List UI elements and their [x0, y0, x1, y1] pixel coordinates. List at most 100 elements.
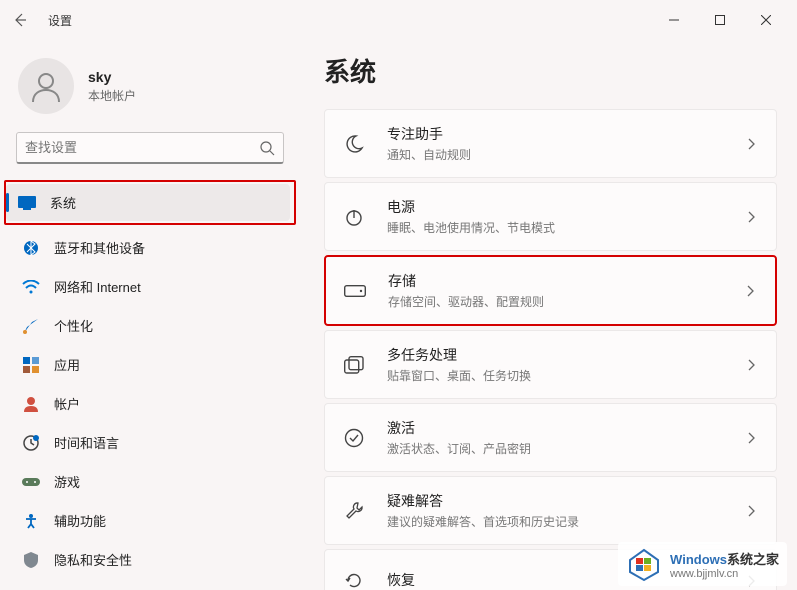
card-power[interactable]: 电源 睡眠、电池使用情况、节电模式: [324, 182, 777, 251]
card-list: 专注助手 通知、自动规则 电源 睡眠、电池使用情况、节电模式 存储 存储空间、驱…: [324, 109, 777, 590]
chevron-right-icon: [744, 137, 758, 151]
card-subtitle: 通知、自动规则: [387, 146, 744, 163]
gamepad-icon: [22, 473, 40, 491]
card-subtitle: 贴靠窗口、桌面、任务切换: [387, 367, 744, 384]
card-text: 激活 激活状态、订阅、产品密钥: [387, 418, 744, 457]
bluetooth-icon: [22, 239, 40, 257]
sidebar: sky 本地帐户 系统 蓝牙和其他设备 网络和: [0, 40, 300, 590]
avatar: [18, 58, 74, 114]
card-troubleshoot[interactable]: 疑难解答 建议的疑难解答、首选项和历史记录: [324, 476, 777, 545]
nav-label: 隐私和安全性: [54, 550, 132, 569]
minimize-icon: [669, 15, 679, 25]
arrow-left-icon: [12, 12, 28, 28]
apps-icon: [22, 356, 40, 374]
titlebar-left: 设置: [8, 8, 72, 32]
card-title: 疑难解答: [387, 491, 744, 511]
card-text: 专注助手 通知、自动规则: [387, 124, 744, 163]
nav-label: 网络和 Internet: [54, 277, 141, 296]
card-title: 电源: [387, 197, 744, 217]
watermark-brand: Windows系统之家: [670, 549, 779, 568]
card-subtitle: 睡眠、电池使用情况、节电模式: [387, 219, 744, 236]
back-button[interactable]: [8, 8, 32, 32]
chevron-right-icon: [744, 504, 758, 518]
content: 系统 专注助手 通知、自动规则 电源 睡眠、电池使用情况、节电模式: [300, 40, 797, 590]
display-icon: [18, 194, 36, 212]
search-wrap: [0, 132, 300, 180]
card-activation[interactable]: 激活 激活状态、订阅、产品密钥: [324, 403, 777, 472]
nav-label: 辅助功能: [54, 511, 106, 530]
chevron-right-icon: [743, 284, 757, 298]
nav-item-system[interactable]: 系统: [6, 184, 290, 221]
nav-item-personalization[interactable]: 个性化: [10, 307, 290, 344]
card-focus-assist[interactable]: 专注助手 通知、自动规则: [324, 109, 777, 178]
nav-label: 个性化: [54, 316, 93, 335]
nav-highlight-box: 系统: [4, 180, 296, 225]
recovery-icon: [343, 570, 365, 590]
card-title: 存储: [388, 271, 743, 291]
maximize-button[interactable]: [697, 4, 743, 36]
nav-label: 应用: [54, 355, 80, 374]
nav-list: 系统 蓝牙和其他设备 网络和 Internet 个性化 应用 帐户: [0, 180, 300, 578]
card-subtitle: 激活状态、订阅、产品密钥: [387, 440, 744, 457]
nav-item-network[interactable]: 网络和 Internet: [10, 268, 290, 305]
card-subtitle: 建议的疑难解答、首选项和历史记录: [387, 513, 744, 530]
user-name: sky: [88, 69, 136, 85]
user-info: sky 本地帐户: [88, 69, 136, 104]
user-type: 本地帐户: [88, 87, 136, 104]
nav-label: 帐户: [54, 394, 80, 413]
watermark-text: Windows系统之家 www.bjjmlv.cn: [670, 549, 779, 580]
card-text: 多任务处理 贴靠窗口、桌面、任务切换: [387, 345, 744, 384]
nav-label: 蓝牙和其他设备: [54, 238, 145, 257]
nav-item-privacy[interactable]: 隐私和安全性: [10, 541, 290, 578]
close-button[interactable]: [743, 4, 789, 36]
multitask-icon: [343, 354, 365, 376]
person-icon: [28, 68, 64, 104]
titlebar: 设置: [0, 0, 797, 40]
storage-icon: [344, 280, 366, 302]
card-storage[interactable]: 存储 存储空间、驱动器、配置规则: [324, 255, 777, 326]
wifi-icon: [22, 278, 40, 296]
main-layout: sky 本地帐户 系统 蓝牙和其他设备 网络和: [0, 40, 797, 590]
power-icon: [343, 206, 365, 228]
card-title: 激活: [387, 418, 744, 438]
clock-icon: [22, 434, 40, 452]
chevron-right-icon: [744, 358, 758, 372]
window-controls: [651, 4, 789, 36]
nav-label: 系统: [50, 193, 76, 212]
search-icon: [259, 140, 275, 156]
maximize-icon: [715, 15, 725, 25]
user-section[interactable]: sky 本地帐户: [0, 48, 300, 132]
watermark-url: www.bjjmlv.cn: [670, 568, 779, 580]
brush-icon: [22, 317, 40, 335]
card-multitasking[interactable]: 多任务处理 贴靠窗口、桌面、任务切换: [324, 330, 777, 399]
minimize-button[interactable]: [651, 4, 697, 36]
card-text: 存储 存储空间、驱动器、配置规则: [388, 271, 743, 310]
nav-label: 时间和语言: [54, 433, 119, 452]
nav-item-gaming[interactable]: 游戏: [10, 463, 290, 500]
chevron-right-icon: [744, 431, 758, 445]
nav-label: 游戏: [54, 472, 80, 491]
windows-logo-icon: [626, 546, 662, 582]
nav-item-accounts[interactable]: 帐户: [10, 385, 290, 422]
card-title: 专注助手: [387, 124, 744, 144]
card-text: 电源 睡眠、电池使用情况、节电模式: [387, 197, 744, 236]
nav-item-bluetooth[interactable]: 蓝牙和其他设备: [10, 229, 290, 266]
search-input[interactable]: [25, 140, 259, 155]
page-title: 系统: [324, 52, 777, 89]
window-title: 设置: [48, 12, 72, 29]
moon-icon: [343, 133, 365, 155]
accessibility-icon: [22, 512, 40, 530]
nav-item-accessibility[interactable]: 辅助功能: [10, 502, 290, 539]
account-icon: [22, 395, 40, 413]
shield-icon: [22, 551, 40, 569]
nav-item-apps[interactable]: 应用: [10, 346, 290, 383]
card-title: 多任务处理: [387, 345, 744, 365]
chevron-right-icon: [744, 210, 758, 224]
card-subtitle: 存储空间、驱动器、配置规则: [388, 293, 743, 310]
search-box[interactable]: [16, 132, 284, 164]
nav-item-time[interactable]: 时间和语言: [10, 424, 290, 461]
check-icon: [343, 427, 365, 449]
wrench-icon: [343, 500, 365, 522]
watermark: Windows系统之家 www.bjjmlv.cn: [618, 542, 787, 586]
close-icon: [761, 15, 771, 25]
